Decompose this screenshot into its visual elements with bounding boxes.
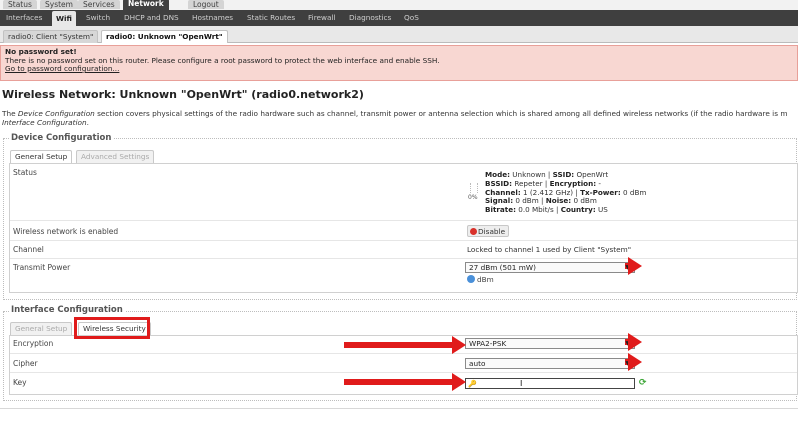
tab-advanced-settings[interactable]: Advanced Settings	[76, 150, 155, 164]
dropdown-arrow-icon: ▼	[625, 257, 641, 275]
sub-nav: Interfaces Wifi Switch DHCP and DNS Host…	[0, 10, 798, 26]
info-icon	[467, 275, 475, 283]
encryption-value: WPA2-PSK	[469, 339, 507, 348]
key-input[interactable]: 🔑 I	[465, 378, 635, 389]
row-separator	[10, 220, 797, 221]
subnav-dhcp-dns[interactable]: DHCP and DNS	[120, 10, 183, 26]
tab-general-setup[interactable]: General Setup	[10, 150, 73, 164]
subnav-wifi[interactable]: Wifi	[52, 11, 76, 26]
arrow-key	[344, 373, 466, 391]
transmit-power-label: Transmit Power	[13, 263, 71, 272]
disable-label: Disable	[478, 227, 506, 236]
highlight-box	[74, 317, 150, 339]
encryption-select[interactable]: WPA2-PSK ▼	[465, 333, 641, 351]
disable-icon	[470, 228, 477, 235]
nav-network[interactable]: Network	[123, 0, 169, 10]
status-info: Mode: Unknown | SSID: OpenWrt BSSID: Rep…	[485, 170, 647, 215]
transmit-power-select[interactable]: 27 dBm (501 mW) ▼	[465, 257, 641, 275]
arrow-encryption	[344, 336, 466, 354]
text-cursor-icon: I	[520, 379, 523, 388]
subnav-switch[interactable]: Switch	[82, 10, 114, 26]
dropdown-arrow-icon: ▼	[625, 333, 641, 351]
alert-message: There is no password set on this router.…	[5, 55, 440, 65]
desc-em-interface: Interface Configuration	[2, 117, 87, 127]
signal-percent: 0%	[468, 194, 478, 201]
row-separator	[10, 240, 797, 241]
channel-label: Channel	[13, 245, 44, 254]
transmit-power-value: 27 dBm (501 mW)	[469, 263, 536, 272]
subnav-qos[interactable]: QoS	[400, 10, 423, 26]
channel-value: Locked to channel 1 used by Client "Syst…	[467, 245, 632, 254]
tab-iface-general-setup[interactable]: General Setup	[10, 322, 73, 336]
subnav-static-routes[interactable]: Static Routes	[243, 10, 299, 26]
subnav-hostnames[interactable]: Hostnames	[188, 10, 237, 26]
status-label: Status	[13, 168, 37, 177]
interface-tabs: radio0: Client "System" radio0: Unknown …	[0, 26, 798, 43]
subnav-diagnostics[interactable]: Diagnostics	[345, 10, 395, 26]
password-config-link[interactable]: Go to password configuration...	[5, 64, 793, 74]
row-separator	[10, 258, 797, 259]
subnav-interfaces[interactable]: Interfaces	[2, 10, 46, 26]
no-password-alert: No password set! There is no password se…	[0, 45, 798, 81]
key-icon: 🔑	[468, 380, 477, 388]
nav-status[interactable]: Status	[3, 0, 37, 9]
disable-button[interactable]: Disable	[467, 225, 510, 237]
dropdown-arrow-icon: ▼	[625, 353, 641, 371]
key-label: Key	[13, 378, 27, 387]
nav-services[interactable]: Services	[78, 0, 120, 9]
tab-radio0-client[interactable]: radio0: Client "System"	[3, 30, 99, 43]
transmit-power-hint: dBm	[467, 275, 494, 284]
cipher-value: auto	[469, 359, 486, 368]
desc-suffix: .	[86, 117, 89, 127]
nav-logout[interactable]: Logout	[188, 0, 224, 9]
device-config-legend: Device Configuration	[9, 133, 114, 143]
subnav-firewall[interactable]: Firewall	[304, 10, 340, 26]
signal-icon: 0%	[468, 183, 480, 201]
page-title: Wireless Network: Unknown "OpenWrt" (rad…	[2, 88, 364, 101]
nav-system[interactable]: System	[40, 0, 78, 9]
interface-config-legend: Interface Configuration	[9, 305, 125, 315]
cipher-label: Cipher	[13, 359, 38, 368]
desc-middle: section covers physical settings of the …	[94, 110, 788, 118]
cipher-select[interactable]: auto ▼	[465, 353, 641, 371]
bottom-divider	[0, 408, 798, 409]
encryption-label: Encryption	[13, 339, 54, 348]
page-description: The Device Configuration section covers …	[2, 110, 798, 127]
wireless-enabled-label: Wireless network is enabled	[13, 227, 119, 236]
reveal-password-icon[interactable]: ⟳	[639, 378, 647, 388]
top-nav: Status System Services Network Logout	[0, 0, 798, 10]
row-separator	[10, 353, 797, 354]
row-separator	[10, 372, 797, 373]
tab-radio0-openwrt[interactable]: radio0: Unknown "OpenWrt"	[101, 30, 228, 43]
